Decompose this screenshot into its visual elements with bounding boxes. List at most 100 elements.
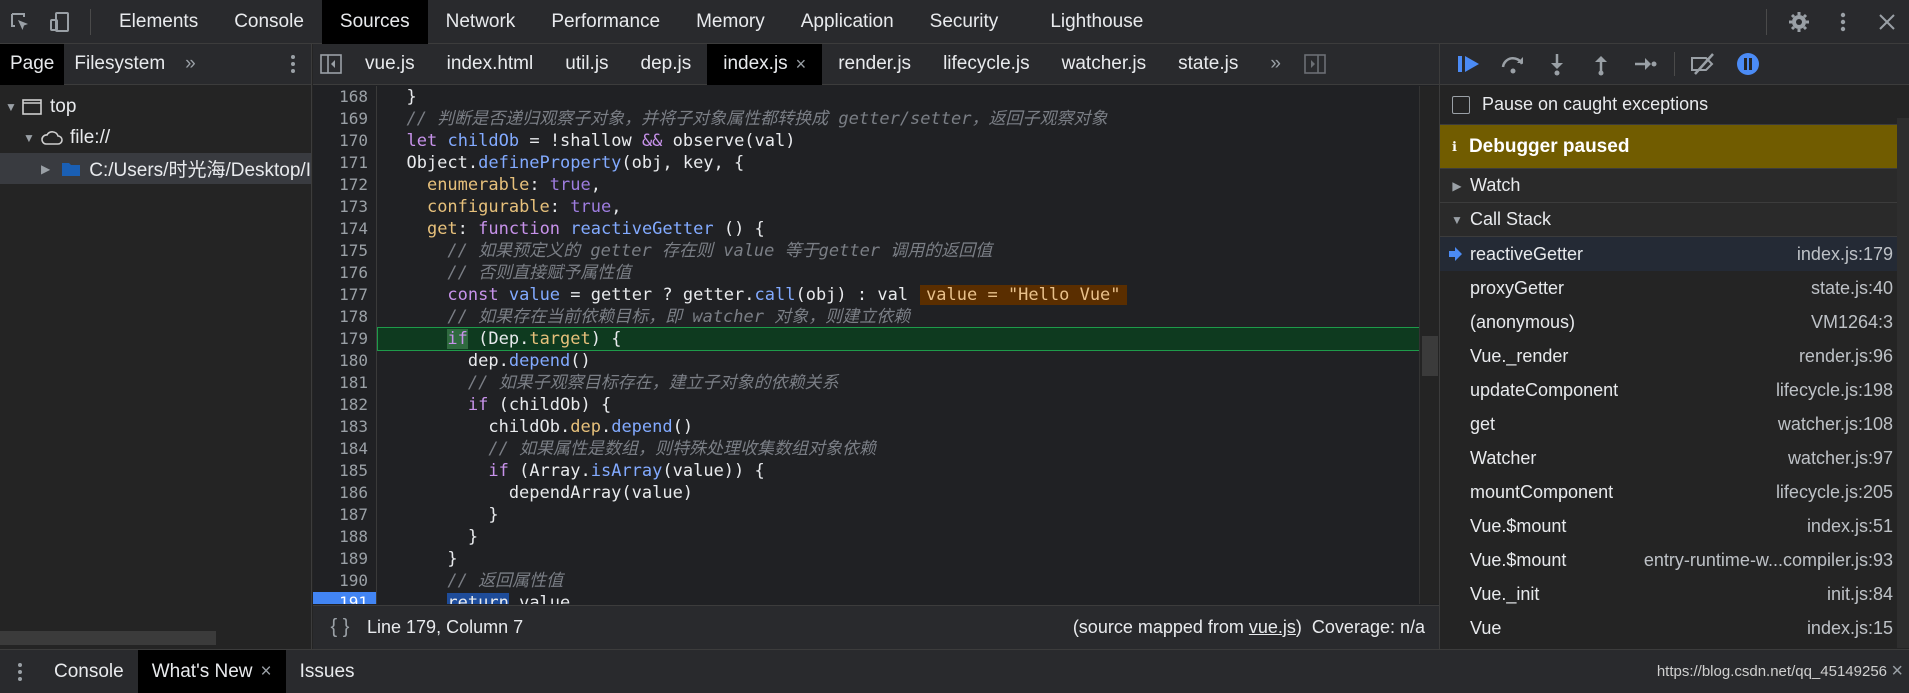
line-number[interactable]: 189 xyxy=(313,548,376,570)
line-number[interactable]: 179 xyxy=(313,328,376,350)
file-tab-index-js[interactable]: index.js × xyxy=(707,43,823,85)
line-number[interactable]: 169 xyxy=(313,108,376,130)
file-tab-lifecycle-js[interactable]: lifecycle.js xyxy=(927,44,1046,85)
frame-location[interactable]: watcher.js:97 xyxy=(1788,448,1893,469)
call-frame[interactable]: Vue.$mount index.js:51 xyxy=(1440,509,1909,543)
pause-on-exceptions-icon[interactable] xyxy=(1733,49,1763,79)
line-number[interactable]: 182 xyxy=(313,394,376,416)
code-area[interactable]: 168 169 170 171 172 173 174 175 176 177 … xyxy=(313,86,1419,604)
triangle-down-icon[interactable]: ▼ xyxy=(22,131,36,145)
frame-location[interactable]: state.js:40 xyxy=(1811,278,1893,299)
tab-network[interactable]: Network xyxy=(428,0,534,44)
tab-page[interactable]: Page xyxy=(0,43,65,85)
toggle-debugger-icon[interactable] xyxy=(1297,44,1333,85)
call-frame[interactable]: Vue.$mount entry-runtime-w...compiler.js:… xyxy=(1440,543,1909,577)
line-number[interactable]: 186 xyxy=(313,482,376,504)
call-frame[interactable]: get watcher.js:108 xyxy=(1440,407,1909,441)
line-number[interactable]: 170 xyxy=(313,130,376,152)
file-tab-dep-js[interactable]: dep.js xyxy=(625,44,708,85)
drawer-tab-issues[interactable]: Issues xyxy=(286,650,369,693)
call-frame[interactable]: mountComponent lifecycle.js:205 xyxy=(1440,475,1909,509)
call-stack-section-header[interactable]: ▼ Call Stack xyxy=(1440,203,1909,237)
line-number[interactable]: 190 xyxy=(313,570,376,592)
resume-icon[interactable] xyxy=(1454,49,1484,79)
line-number[interactable]: 174 xyxy=(313,218,376,240)
line-number[interactable]: 188 xyxy=(313,526,376,548)
device-toolbar-icon[interactable] xyxy=(40,0,80,44)
call-frame[interactable]: Vue index.js:15 xyxy=(1440,611,1909,645)
tab-application[interactable]: Application xyxy=(783,0,912,44)
tab-security[interactable]: Security xyxy=(912,0,1017,44)
line-gutter[interactable]: 168 169 170 171 172 173 174 175 176 177 … xyxy=(313,86,377,604)
file-tab-render-js[interactable]: render.js xyxy=(822,44,927,85)
line-number[interactable]: 175 xyxy=(313,240,376,262)
gear-icon[interactable] xyxy=(1777,0,1821,44)
file-tab-state-js[interactable]: state.js xyxy=(1162,44,1254,85)
more-tabs-button[interactable]: » xyxy=(175,44,206,85)
close-icon[interactable] xyxy=(1865,0,1909,44)
code-lines[interactable]: } // 判断是否递归观察子对象，并将子对象属性都转换成 getter/sett… xyxy=(377,86,1419,604)
line-number[interactable]: 171 xyxy=(313,152,376,174)
line-number[interactable]: 177 xyxy=(313,284,376,306)
watch-section-header[interactable]: ▶ Watch xyxy=(1440,169,1909,203)
kebab-menu-icon[interactable] xyxy=(1821,0,1865,44)
call-frame[interactable]: updateComponent lifecycle.js:198 xyxy=(1440,373,1909,407)
frame-location[interactable]: index.js:51 xyxy=(1807,516,1893,537)
line-number[interactable]: 173 xyxy=(313,196,376,218)
pretty-print-icon[interactable]: { } xyxy=(313,616,367,639)
call-frame[interactable]: Vue._init init.js:84 xyxy=(1440,577,1909,611)
kebab-menu-icon[interactable] xyxy=(275,54,311,74)
frame-location[interactable]: index.js:15 xyxy=(1807,618,1893,639)
drawer-tab-whats-new[interactable]: What's New × xyxy=(137,649,286,693)
breakpoint-line-number[interactable]: 191 xyxy=(313,592,376,604)
tab-memory[interactable]: Memory xyxy=(678,0,783,44)
file-tab-vue-js[interactable]: vue.js xyxy=(349,44,431,85)
deactivate-breakpoints-icon[interactable] xyxy=(1689,49,1719,79)
tree-item-folder[interactable]: ▶ C:/Users/时光海/Desktop/I xyxy=(0,153,311,184)
call-frame[interactable]: proxyGetter state.js:40 xyxy=(1440,271,1909,305)
pause-on-caught-exceptions[interactable]: Pause on caught exceptions xyxy=(1440,85,1909,125)
kebab-menu-icon[interactable] xyxy=(0,662,40,682)
call-frame[interactable]: Watcher watcher.js:97 xyxy=(1440,441,1909,475)
close-icon[interactable]: × xyxy=(796,54,807,75)
file-tab-util-js[interactable]: util.js xyxy=(549,44,624,85)
pause-caught-checkbox[interactable] xyxy=(1452,95,1470,114)
horizontal-scrollbar[interactable] xyxy=(0,631,216,645)
line-number[interactable]: 183 xyxy=(313,416,376,438)
line-number[interactable]: 187 xyxy=(313,504,376,526)
line-number[interactable]: 168 xyxy=(313,86,376,108)
vertical-scrollbar[interactable] xyxy=(1419,86,1439,604)
tree-item-origin[interactable]: ▼ file:// xyxy=(0,122,311,153)
tab-performance[interactable]: Performance xyxy=(533,0,678,44)
tree-item-top[interactable]: ▼ top xyxy=(0,91,311,122)
source-map-link[interactable]: vue.js xyxy=(1249,617,1296,637)
tab-sources[interactable]: Sources xyxy=(321,0,428,44)
line-number[interactable]: 172 xyxy=(313,174,376,196)
close-icon[interactable]: × xyxy=(260,661,271,683)
triangle-right-icon[interactable]: ▶ xyxy=(1450,179,1464,193)
call-frame[interactable]: (anonymous) VM1264:3 xyxy=(1440,305,1909,339)
call-frame[interactable]: Vue._render render.js:96 xyxy=(1440,339,1909,373)
frame-location[interactable]: VM1264:3 xyxy=(1811,312,1893,333)
close-icon[interactable]: × xyxy=(1891,660,1903,683)
vertical-scrollbar[interactable] xyxy=(1897,118,1909,648)
tab-console[interactable]: Console xyxy=(216,0,322,44)
more-tabs-button[interactable]: » xyxy=(1254,44,1297,85)
tab-filesystem[interactable]: Filesystem xyxy=(64,44,175,85)
line-number[interactable]: 180 xyxy=(313,350,376,372)
frame-location[interactable]: render.js:96 xyxy=(1799,346,1893,367)
line-number[interactable]: 185 xyxy=(313,460,376,482)
triangle-right-icon[interactable]: ▶ xyxy=(40,162,51,176)
frame-location[interactable]: index.js:179 xyxy=(1797,244,1893,265)
tab-lighthouse[interactable]: Lighthouse xyxy=(1016,0,1161,44)
line-number[interactable]: 176 xyxy=(313,262,376,284)
inspect-element-icon[interactable] xyxy=(0,0,40,44)
toggle-navigator-icon[interactable] xyxy=(313,44,349,85)
step-into-icon[interactable] xyxy=(1542,49,1572,79)
triangle-down-icon[interactable]: ▼ xyxy=(4,100,18,114)
frame-location[interactable]: lifecycle.js:198 xyxy=(1776,380,1893,401)
step-out-icon[interactable] xyxy=(1586,49,1616,79)
line-number[interactable]: 181 xyxy=(313,372,376,394)
file-tab-watcher-js[interactable]: watcher.js xyxy=(1046,44,1162,85)
triangle-down-icon[interactable]: ▼ xyxy=(1450,213,1464,227)
